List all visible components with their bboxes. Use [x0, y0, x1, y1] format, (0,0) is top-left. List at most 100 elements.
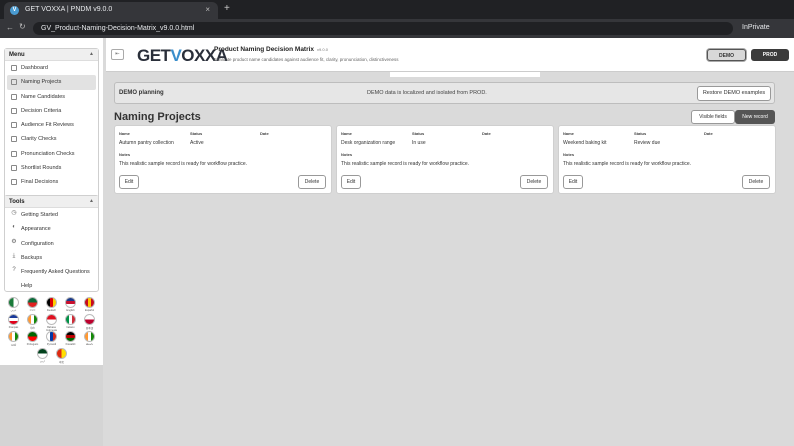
faq-icon: ?: [12, 267, 16, 274]
reload-icon[interactable]: ↻: [19, 22, 26, 31]
help-icon: [11, 282, 17, 288]
flag-label: Español: [84, 308, 95, 312]
menu-list: Dashboard Naming Projects Name Candidates D…: [5, 61, 98, 190]
flag-6-icon[interactable]: [27, 314, 38, 325]
browser-tab[interactable]: V GET VOXXA | PNDM v9.0.0 ×: [4, 2, 218, 19]
back-icon[interactable]: ←: [6, 23, 14, 32]
sidebar-item-decision-criteria[interactable]: Decision Criteria: [7, 104, 96, 118]
sidebar-item-dashboard[interactable]: Dashboard: [7, 61, 96, 75]
sidebar-item-label: Decision Criteria: [21, 107, 62, 114]
new-record-button[interactable]: New record: [735, 110, 775, 124]
close-icon[interactable]: ×: [205, 5, 210, 14]
tools-item-label: Backups: [21, 254, 43, 261]
flag-2-icon[interactable]: [46, 297, 57, 308]
sidebar-item-audience-fit-reviews[interactable]: Audience Fit Reviews: [7, 118, 96, 132]
column-header-date: Date: [704, 131, 713, 136]
tools-item-getting-started[interactable]: ◷ Getting Started: [7, 208, 96, 222]
sidebar-item-clarity-checks[interactable]: Clarity Checks: [7, 132, 96, 146]
flag-14-icon[interactable]: [84, 331, 95, 342]
new-tab-icon[interactable]: +: [224, 3, 230, 14]
tools-list: ◷ Getting Started ◐ Appearance ⚙ Configuratio…: [5, 208, 98, 294]
flag-16-icon[interactable]: [56, 348, 67, 359]
banner-label: DEMO planning: [119, 90, 164, 96]
flag-label: Français: [8, 325, 19, 329]
collapse-icon[interactable]: ▲: [89, 198, 94, 204]
sidebar-item-naming-projects[interactable]: Naming Projects: [7, 75, 96, 90]
record-name: Autumn pantry collection: [119, 140, 174, 146]
tools-item-help[interactable]: Help: [7, 279, 96, 293]
sidebar-item-name-candidates[interactable]: Name Candidates: [7, 90, 96, 104]
prod-env-button[interactable]: PROD: [751, 49, 789, 61]
flag-12-icon[interactable]: [46, 331, 57, 342]
delete-button[interactable]: Delete: [742, 175, 770, 189]
flag-label: తెలుగు: [86, 342, 93, 346]
column-header-date: Date: [482, 131, 491, 136]
tools-item-backups[interactable]: ⤓ Backups: [7, 251, 96, 265]
flag-0-icon[interactable]: [8, 297, 19, 308]
flag-10-icon[interactable]: [8, 331, 19, 342]
record-card: Name Weekend baking kit Status Review due Da…: [558, 125, 776, 194]
record-status: Review due: [634, 140, 661, 146]
restore-demo-button[interactable]: Restore DEMO examples: [697, 86, 771, 101]
favicon-icon: V: [10, 6, 19, 15]
sidebar-item-label: Dashboard: [21, 65, 48, 71]
folder-icon: [11, 79, 17, 86]
delete-button[interactable]: Delete: [520, 175, 548, 189]
collapse-icon[interactable]: ▲: [89, 51, 94, 57]
tab-title: GET VOXXA | PNDM v9.0.0: [25, 6, 113, 13]
logo-text-v: V: [170, 46, 182, 65]
criteria-icon: [11, 107, 17, 114]
edit-button[interactable]: Edit: [563, 175, 583, 189]
header-tab-strip: [390, 72, 540, 77]
rocket-icon: ◷: [11, 210, 17, 216]
edit-button[interactable]: Edit: [341, 175, 361, 189]
menu-header[interactable]: Menu ▲: [5, 49, 98, 61]
flag-7-icon[interactable]: [46, 314, 57, 325]
menu-title: Menu: [9, 52, 25, 58]
flag-5-icon[interactable]: [8, 314, 19, 325]
column-header-name: Name: [119, 131, 130, 136]
column-header-status: Status: [190, 131, 203, 136]
banner-message: DEMO data is localized and isolated from…: [367, 90, 487, 96]
tools-item-configuration[interactable]: ⚙ Configuration: [7, 237, 96, 251]
sidebar-item-label: Audience Fit Reviews: [21, 122, 74, 129]
page-title: Naming Projects: [114, 111, 201, 123]
delete-button[interactable]: Delete: [298, 175, 326, 189]
flag-11-icon[interactable]: [27, 331, 38, 342]
tools-item-label: Appearance: [21, 226, 51, 233]
shortlist-icon: [11, 165, 17, 172]
sidebar-item-label: Pronunciation Checks: [21, 150, 75, 157]
demo-env-button[interactable]: DEMO: [707, 49, 746, 61]
app-title: Product Naming Decision Matrix v9.0.0: [214, 46, 328, 53]
flag-9-icon[interactable]: [84, 314, 95, 325]
sidebar-item-shortlist-rounds[interactable]: Shortlist Rounds: [7, 161, 96, 175]
speech-icon: [11, 150, 17, 157]
edit-button[interactable]: Edit: [119, 175, 139, 189]
flag-15-icon[interactable]: [37, 348, 48, 359]
tools-item-appearance[interactable]: ◐ Appearance: [7, 222, 96, 236]
flag-8-icon[interactable]: [65, 314, 76, 325]
inprivate-badge[interactable]: InPrivate: [742, 24, 770, 31]
record-name: Weekend baking kit: [563, 140, 607, 146]
record-notes: This realistic sample record is ready fo…: [341, 161, 470, 167]
menu-panel: Menu ▲ Dashboard Naming Projects Name Cand…: [4, 48, 99, 200]
tools-item-frequently-asked-questions[interactable]: ? Frequently Asked Questions: [7, 265, 96, 279]
record-card: Name Autumn pantry collection Status Active…: [114, 125, 332, 194]
flag-3-icon[interactable]: [65, 297, 76, 308]
language-selector: عربي বাংলা Deutsch English Español Français हि…: [4, 297, 99, 364]
sidebar-toggle-icon[interactable]: ⇤: [111, 49, 124, 60]
visible-fields-button[interactable]: Visible fields: [691, 110, 735, 124]
flag-1-icon[interactable]: [27, 297, 38, 308]
sidebar-item-pronunciation-checks[interactable]: Pronunciation Checks: [7, 147, 96, 161]
sidebar-item-final-decisions[interactable]: Final Decisions: [7, 175, 96, 189]
flag-13-icon[interactable]: [65, 331, 76, 342]
check-icon: [11, 136, 17, 143]
flag-label: Português: [26, 342, 39, 346]
decision-icon: [11, 179, 17, 186]
tools-header[interactable]: Tools ▲: [5, 196, 98, 208]
flag-4-icon[interactable]: [84, 297, 95, 308]
record-card: Name Desk organization range Status In use D…: [336, 125, 554, 194]
tools-item-label: Help: [21, 283, 33, 290]
url-input[interactable]: GV_Product-Naming-Decision-Matrix_v9.0.0…: [33, 22, 733, 35]
gear-icon: ⚙: [11, 238, 17, 245]
